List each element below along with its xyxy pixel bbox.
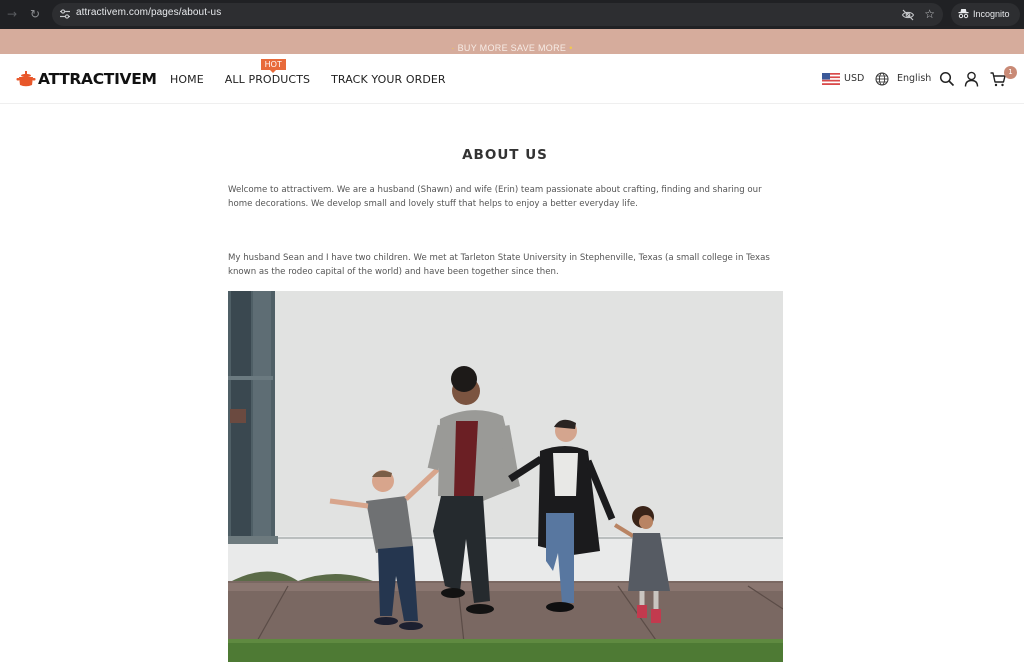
family-photo (228, 291, 783, 662)
incognito-icon (958, 9, 969, 19)
browser-toolbar: → ↻ attractivem.com/pages/about-us ☆ Inc… (0, 0, 1024, 29)
site-header: ATTRACTIVEM HOME ALL PRODUCTS HOT TRACK … (0, 54, 1024, 104)
logo[interactable]: ATTRACTIVEM (16, 68, 157, 90)
url-text[interactable]: attractivem.com/pages/about-us (76, 7, 221, 18)
story-paragraph: My husband Sean and I have two children.… (228, 253, 770, 277)
pot-logo-icon (16, 71, 36, 87)
eye-off-icon[interactable] (901, 8, 915, 22)
announcement-content: · BUY MORE SAVE MORE • (448, 36, 575, 53)
user-icon[interactable] (964, 71, 979, 87)
main-nav: HOME ALL PRODUCTS HOT TRACK YOUR ORDER (170, 59, 446, 86)
search-icon[interactable] (939, 71, 955, 87)
sparkle-icon: · (451, 43, 455, 53)
nav-all-products[interactable]: ALL PRODUCTS HOT (224, 59, 311, 86)
nav-track-order[interactable]: TRACK YOUR ORDER (331, 73, 446, 86)
family-photo-illustration (228, 291, 783, 662)
intro-paragraph: Welcome to attractivem. We are a husband… (228, 185, 762, 209)
sparkle-icon: • (569, 43, 573, 53)
cart-count-badge: 1 (1004, 66, 1017, 79)
site-settings-icon[interactable] (59, 8, 71, 20)
back-icon[interactable]: → (5, 7, 19, 21)
incognito-label: Incognito (973, 9, 1010, 19)
language-selector[interactable]: English (897, 73, 931, 84)
currency-selector[interactable]: USD (844, 73, 864, 84)
us-flag-icon[interactable] (822, 73, 840, 85)
globe-icon[interactable] (875, 72, 889, 86)
announcement-bar: · BUY MORE SAVE MORE • (0, 29, 1024, 54)
announcement-text[interactable]: BUY MORE SAVE MORE (458, 43, 567, 53)
incognito-indicator[interactable]: Incognito (951, 3, 1020, 26)
nav-all-products-label: ALL PRODUCTS (224, 73, 311, 86)
nav-home[interactable]: HOME (170, 73, 204, 86)
reload-icon[interactable]: ↻ (28, 7, 42, 21)
address-bar[interactable]: attractivem.com/pages/about-us ☆ (52, 3, 943, 26)
bookmark-star-icon[interactable]: ☆ (924, 7, 935, 21)
hot-badge: HOT (260, 59, 286, 73)
page-title: ABOUT US (462, 147, 548, 163)
logo-wordmark: ATTRACTIVEM (38, 70, 157, 88)
